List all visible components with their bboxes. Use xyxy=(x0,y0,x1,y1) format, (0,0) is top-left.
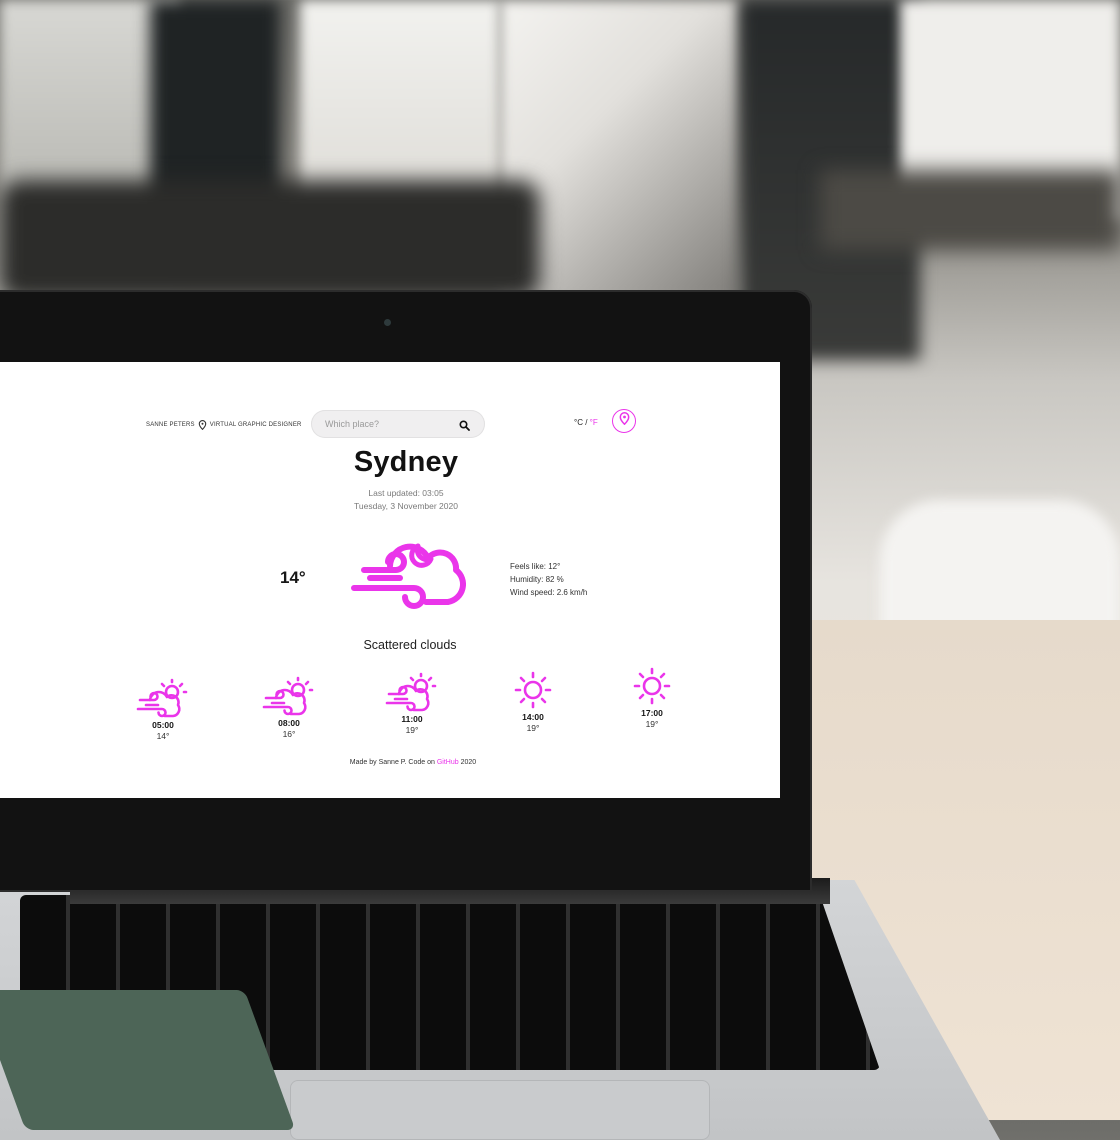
sun-icon xyxy=(498,670,568,710)
brand-name: SANNE PETERS xyxy=(146,422,195,428)
current-location-button[interactable] xyxy=(612,409,636,433)
forecast-item: 08:00 16° xyxy=(254,676,324,739)
celsius-link[interactable]: °C xyxy=(574,418,583,427)
footer-text: Made by Sanne P. Code on xyxy=(349,759,435,766)
background-sofa xyxy=(0,180,540,300)
location-pin-icon xyxy=(198,420,207,431)
wind-cloud-sun-icon xyxy=(128,678,198,718)
forecast-time: 05:00 xyxy=(152,720,174,730)
city-name: Sydney xyxy=(353,446,459,478)
current-temperature: 14° xyxy=(280,568,306,587)
brand-header[interactable]: SANNE PETERS VIRTUAL GRAPHIC DESIGNER xyxy=(146,420,302,431)
unit-separator: / xyxy=(582,418,590,427)
forecast-item: 05:00 14° xyxy=(128,678,198,741)
last-updated: Last updated: 03:05 xyxy=(368,488,444,498)
wind-cloud-sun-icon xyxy=(377,672,447,712)
current-date: Tuesday, 3 November 2020 xyxy=(354,501,458,511)
github-link[interactable]: GitHub xyxy=(437,759,459,766)
wind-cloud-moon-icon xyxy=(350,530,466,614)
fahrenheit-link[interactable]: °F xyxy=(590,418,598,427)
forecast-time: 11:00 xyxy=(401,714,423,724)
weather-app-screen: SANNE PETERS VIRTUAL GRAPHIC DESIGNER °C… xyxy=(0,362,780,798)
background-table xyxy=(820,170,1120,250)
forecast-time: 14:00 xyxy=(522,712,544,722)
forecast-temperature: 19° xyxy=(405,725,419,735)
forecast-item: 14:00 19° xyxy=(498,670,568,733)
search-bar xyxy=(311,410,485,438)
webcam xyxy=(384,319,391,326)
weather-description: Scattered clouds xyxy=(363,638,457,652)
notebook xyxy=(0,990,296,1130)
search-input[interactable] xyxy=(323,418,457,430)
forecast-temperature: 14° xyxy=(156,731,170,741)
search-icon[interactable] xyxy=(459,418,471,431)
laptop-touchpad xyxy=(290,1080,710,1140)
feels-like: Feels like: 12° xyxy=(510,562,561,571)
forecast-temperature: 19° xyxy=(645,719,659,729)
location-pin-icon xyxy=(619,412,630,430)
wind-speed: Wind speed: 2.6 km/h xyxy=(510,588,588,597)
weather-details: Feels like: 12° Humidity: 82 % Wind spee… xyxy=(510,560,587,599)
forecast-item: 11:00 19° xyxy=(377,672,447,735)
forecast-temperature: 19° xyxy=(526,723,540,733)
background-window xyxy=(300,0,500,210)
forecast-item: 17:00 19° xyxy=(617,666,687,729)
humidity: Humidity: 82 % xyxy=(510,575,564,584)
forecast-time: 17:00 xyxy=(641,708,663,718)
brand-role: VIRTUAL GRAPHIC DESIGNER xyxy=(209,422,302,428)
sun-icon xyxy=(617,666,687,706)
wind-cloud-sun-icon xyxy=(254,676,324,716)
forecast-temperature: 16° xyxy=(282,729,296,739)
page-footer: Made by Sanne P. Code on GitHub 2020 xyxy=(0,759,780,766)
footer-year: 2020 xyxy=(460,759,477,766)
unit-toggle: °C / °F xyxy=(574,418,598,427)
forecast-time: 08:00 xyxy=(278,718,300,728)
